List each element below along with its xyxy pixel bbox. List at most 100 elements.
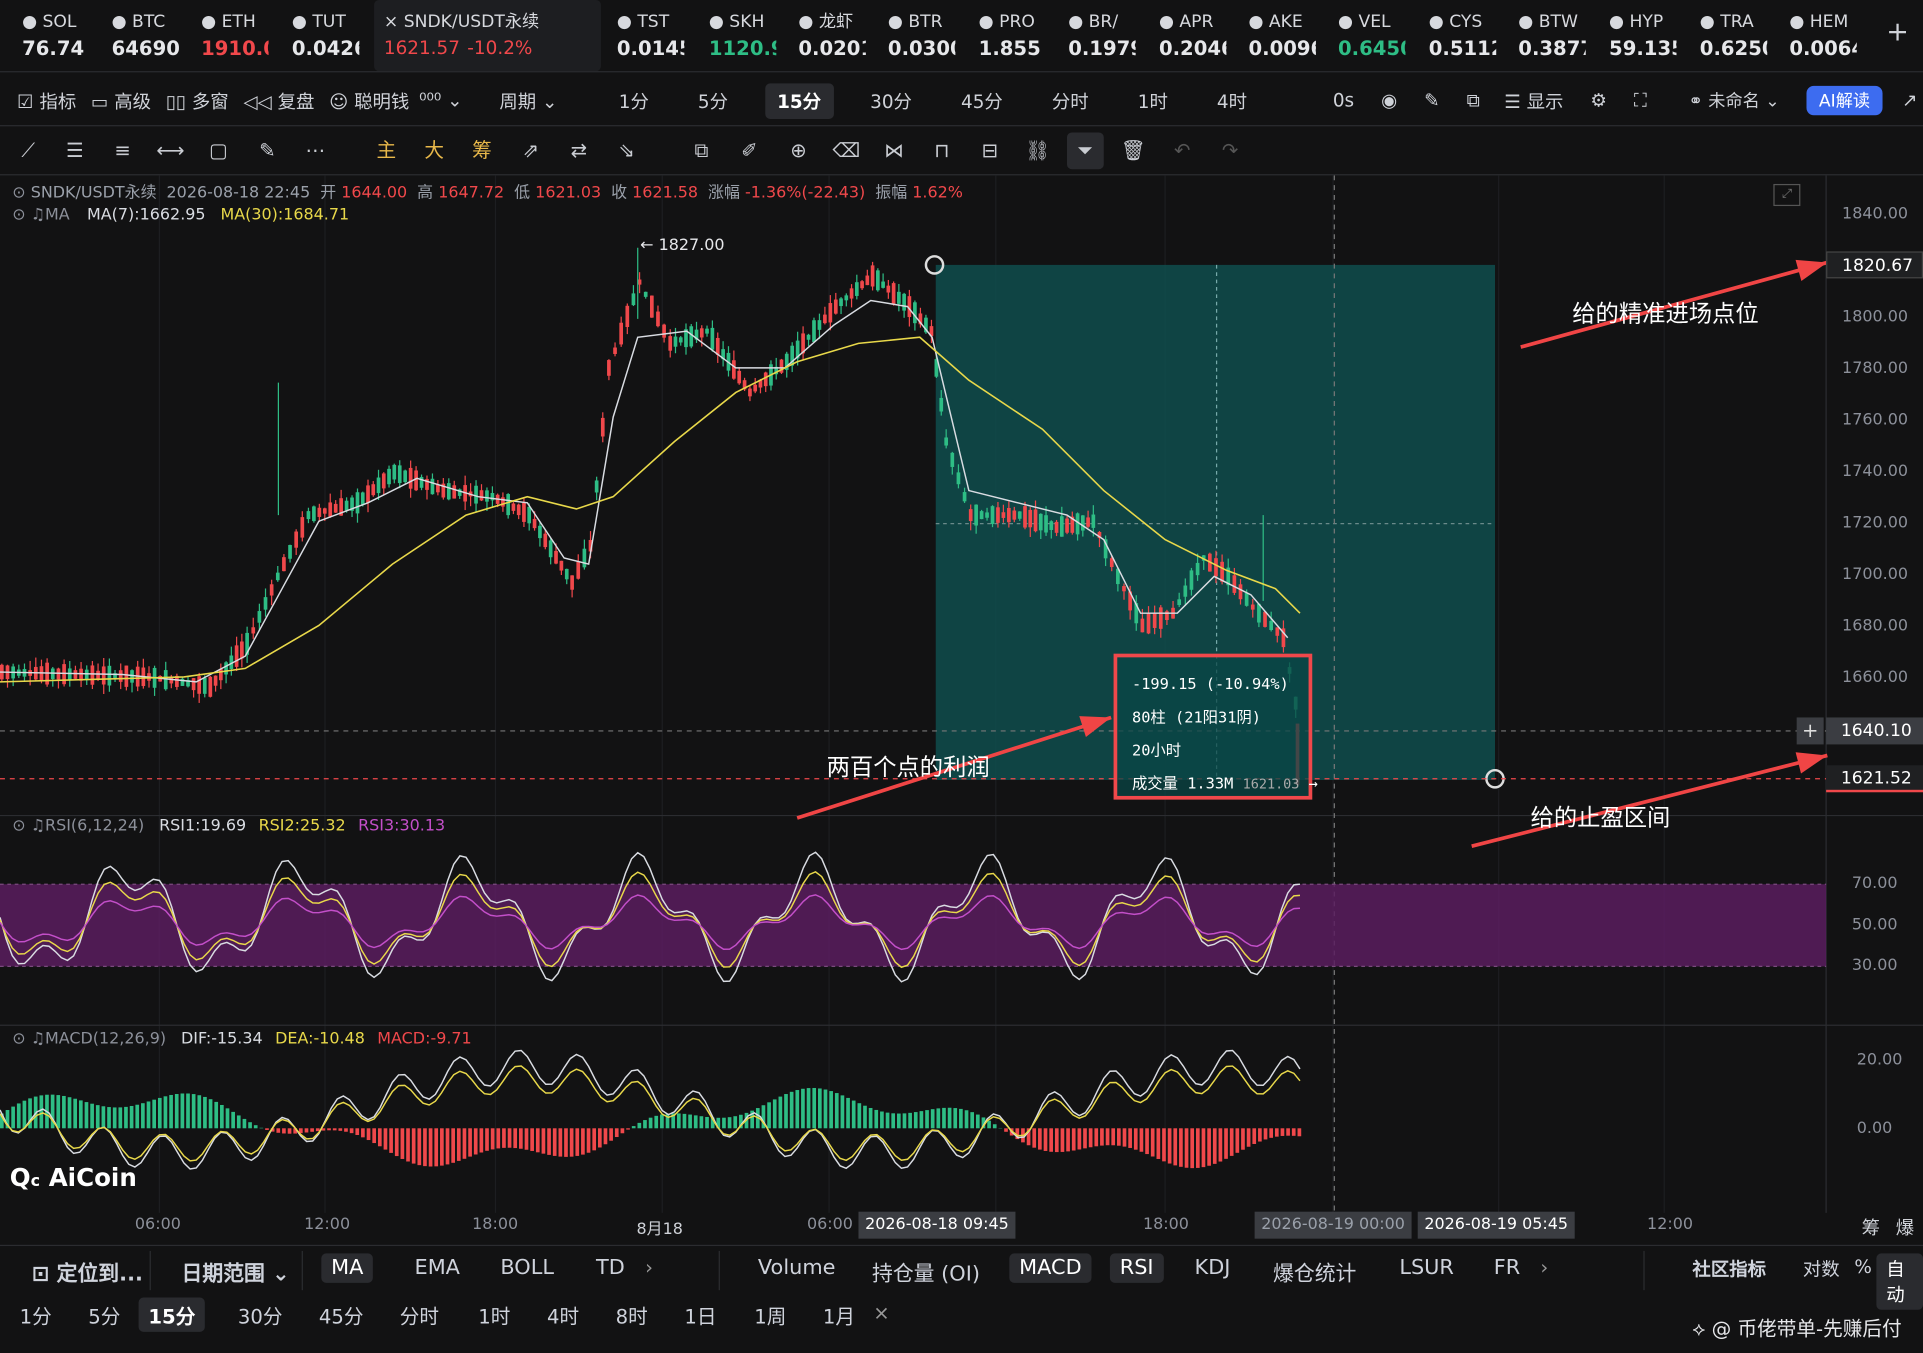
bottom-interval[interactable]: 45分 xyxy=(309,1298,373,1332)
ticker-5[interactable]: ● TST 0.0145 xyxy=(595,0,684,71)
new-window-icon[interactable]: ⧉ xyxy=(1467,90,1480,112)
lock-icon[interactable]: ⊓ xyxy=(923,132,960,169)
bottom-tab[interactable]: 社区指标 xyxy=(1683,1253,1776,1284)
bottom-tab[interactable]: MACD xyxy=(1009,1253,1092,1283)
eraser-icon[interactable]: ⌫ xyxy=(828,132,865,169)
share-icon[interactable]: ↗ xyxy=(1902,90,1917,112)
swap-icon[interactable]: ⇄ xyxy=(560,132,597,169)
bottom-interval[interactable]: 15分 xyxy=(138,1297,206,1332)
bottom-tab[interactable]: 对数 xyxy=(1793,1253,1849,1284)
bottom-interval[interactable]: 8时 xyxy=(606,1298,658,1332)
interval-tab[interactable]: 15分 xyxy=(764,82,834,119)
ticker-1[interactable]: ● BTC 64690. xyxy=(90,0,179,71)
interval-tab[interactable]: 45分 xyxy=(949,83,1015,119)
zoom-in-icon[interactable]: ⊕ xyxy=(780,132,817,169)
ticker-6[interactable]: ● SKH 1120.9 xyxy=(687,0,776,71)
settings-icon[interactable]: ⚙ xyxy=(1590,90,1606,112)
bottom-interval[interactable]: 4时 xyxy=(537,1298,589,1332)
ticker-12[interactable]: ● AKE 0.0096 xyxy=(1226,0,1315,71)
ticker-0[interactable]: ● SOL 76.74 xyxy=(0,0,90,71)
ticker-9[interactable]: ● PRO 1.855 xyxy=(957,0,1047,71)
link-icon[interactable]: ⛓ xyxy=(1019,132,1056,169)
bottom-tab[interactable]: TD xyxy=(586,1253,634,1282)
note-icon[interactable]: ⊟ xyxy=(971,132,1008,169)
redo-icon[interactable]: ↷ xyxy=(1212,132,1249,169)
fullscreen-icon[interactable]: ⛶ xyxy=(1634,90,1647,112)
ticker-3[interactable]: ● TUT 0.0426 xyxy=(270,0,359,71)
advanced-button[interactable]: ▭ 高级 xyxy=(91,88,151,114)
parallel-lines-icon[interactable]: ☰ xyxy=(56,132,93,169)
bottom-interval[interactable]: 1时 xyxy=(468,1298,520,1332)
horizontal-lines-icon[interactable]: ≡ xyxy=(104,132,141,169)
rectangle-icon[interactable]: ▢ xyxy=(200,132,237,169)
pattern-icon[interactable]: ⋈ xyxy=(876,132,913,169)
big-order-button[interactable]: 大 xyxy=(416,132,453,169)
pencil-icon[interactable]: ✎ xyxy=(1424,90,1439,112)
period-dropdown[interactable]: 周期 ⌄ xyxy=(499,88,557,114)
bottom-tab[interactable]: FR xyxy=(1484,1253,1530,1282)
bottom-tab[interactable]: RSI xyxy=(1109,1253,1164,1283)
bottom-tab[interactable]: MA xyxy=(321,1253,374,1283)
ticker-14[interactable]: ● CYS 0.5112 xyxy=(1407,0,1496,71)
chips-toggle[interactable]: 筹 xyxy=(1862,1217,1880,1239)
ruler-icon[interactable]: ✐ xyxy=(731,132,768,169)
trendline-icon[interactable]: ⟋ xyxy=(10,132,47,169)
bottom-tab[interactable]: ⊡ 定位到... xyxy=(22,1253,153,1289)
interval-tab[interactable]: 30分 xyxy=(858,83,924,119)
multi-window-button[interactable]: ▯▯ 多窗 xyxy=(166,88,229,114)
bottom-interval[interactable]: 分时 xyxy=(390,1298,449,1332)
bottom-interval[interactable]: 1周 xyxy=(744,1298,796,1332)
chips-button[interactable]: 筹 xyxy=(464,132,501,169)
ticker-15[interactable]: ● BTW 0.3877 xyxy=(1496,0,1585,71)
close-icon[interactable]: × xyxy=(873,1301,889,1324)
bottom-tab[interactable]: 持仓量 (OI) xyxy=(862,1253,990,1289)
main-force-button[interactable]: 主 xyxy=(368,132,405,169)
bottom-interval[interactable]: 1月 xyxy=(813,1298,865,1332)
bottom-tab[interactable]: LSUR xyxy=(1390,1253,1464,1282)
bottom-tab[interactable]: KDJ xyxy=(1185,1253,1241,1282)
add-order-icon[interactable]: + xyxy=(1796,717,1824,745)
ticker-17[interactable]: ● TRA 0.6250 xyxy=(1678,0,1767,71)
ai-button[interactable]: AI解读 xyxy=(1806,85,1883,116)
bottom-tab[interactable]: BOLL xyxy=(491,1253,564,1282)
add-ticker-icon[interactable]: + xyxy=(1886,17,1909,48)
signal-icon[interactable]: ⇗ xyxy=(513,132,550,169)
more-indicators-icon[interactable]: › xyxy=(645,1256,653,1279)
replay-button[interactable]: ◁◁ 复盘 xyxy=(243,88,314,114)
bottom-interval[interactable]: 1日 xyxy=(675,1298,727,1332)
undo-icon[interactable]: ↶ xyxy=(1164,132,1201,169)
interval-tab[interactable]: 1分 xyxy=(606,83,661,119)
bottom-tab[interactable]: Volume xyxy=(748,1253,845,1282)
bottom-tab[interactable]: EMA xyxy=(405,1253,470,1282)
interval-tab[interactable]: 5分 xyxy=(686,83,741,119)
trash-icon[interactable]: 🗑 xyxy=(1115,132,1152,169)
price-chart[interactable] xyxy=(0,175,1923,1244)
interval-tab[interactable]: 4时 xyxy=(1205,83,1260,119)
ticker-16[interactable]: ● HYP 59.135 xyxy=(1587,0,1676,71)
layout-dropdown[interactable]: ⚭ 未命名 ⌄ xyxy=(1688,88,1779,113)
indicators-button[interactable]: ☑ 指标 xyxy=(17,88,76,114)
ticker-18[interactable]: ● HEM 0.0064 xyxy=(1767,0,1856,71)
bottom-tab[interactable]: 日期范围 ⌄ xyxy=(172,1253,300,1289)
horizontal-ray-icon[interactable]: ⟷ xyxy=(152,132,189,169)
liquidation-toggle[interactable]: 爆 xyxy=(1896,1217,1914,1239)
more-tools-icon[interactable]: ⋯ xyxy=(297,132,334,169)
ticker-8[interactable]: ● BTR 0.0300 xyxy=(866,0,955,71)
interval-tab[interactable]: 1时 xyxy=(1125,83,1180,119)
maximize-icon[interactable]: ⤢ xyxy=(1773,183,1801,207)
filter-icon[interactable]: ⏷ xyxy=(1066,132,1104,170)
ticker-13[interactable]: ● VEL 0.6450 xyxy=(1316,0,1405,71)
bottom-interval[interactable]: 30分 xyxy=(228,1298,292,1332)
ticker-4[interactable]: ⨯ SNDK/USDT永续 1621.57 -10.2% xyxy=(374,0,601,72)
copy-icon[interactable]: ⧉ xyxy=(683,132,720,169)
bottom-interval[interactable]: 1分 xyxy=(10,1298,62,1332)
display-button[interactable]: ☰ 显示 xyxy=(1504,88,1563,114)
bottom-interval[interactable]: 5分 xyxy=(78,1298,130,1332)
smart-money-button[interactable]: ☺ 聪明钱 xyxy=(329,88,409,114)
indicator-dropdown-icon[interactable]: ⁰⁰⁰ ⌄ xyxy=(419,90,462,112)
bottom-tab[interactable]: 自动 xyxy=(1876,1253,1923,1310)
ticker-7[interactable]: ● 龙虾 0.0201 xyxy=(776,0,865,71)
ticker-2[interactable]: ● ETH 1910.0 xyxy=(179,0,268,71)
arrow-tool-icon[interactable]: ⇘ xyxy=(608,132,645,169)
ticker-11[interactable]: ● APR 0.2046 xyxy=(1137,0,1226,71)
